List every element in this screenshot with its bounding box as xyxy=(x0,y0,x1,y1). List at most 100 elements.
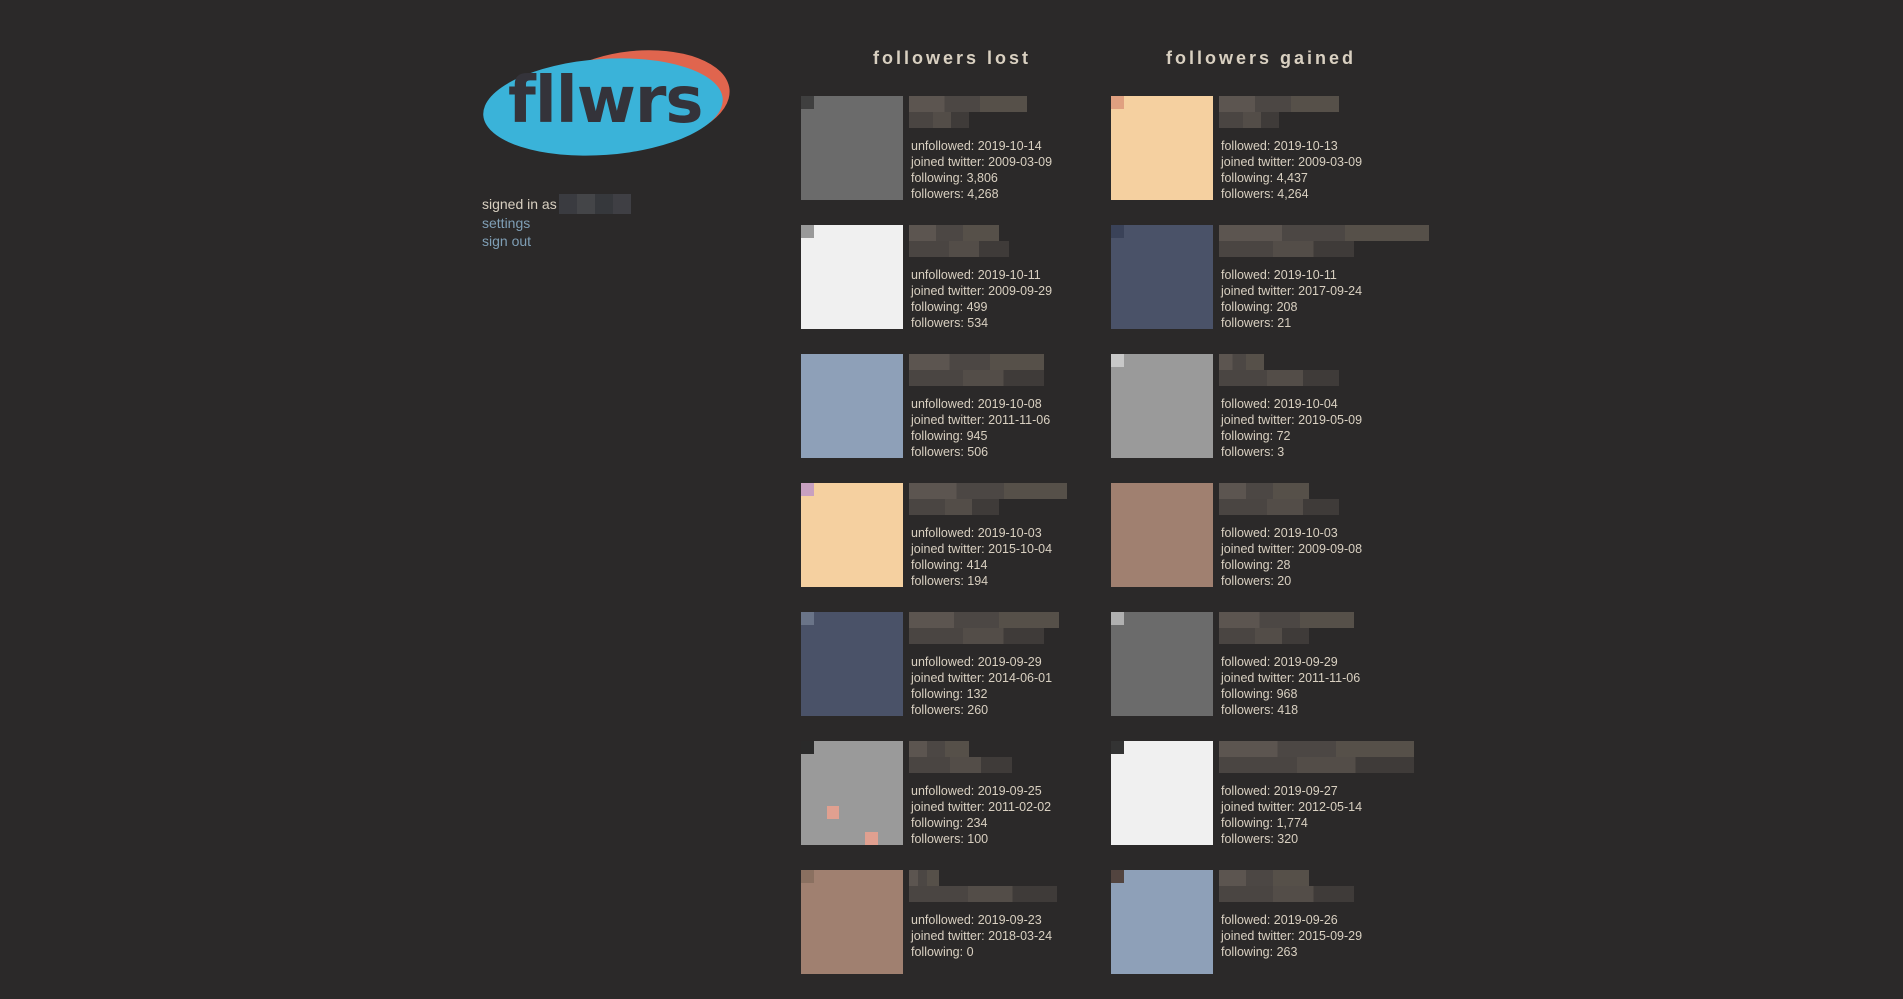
joined-twitter: joined twitter: 2012-05-14 xyxy=(1221,800,1363,814)
gained-entry: followed: 2019-09-26 joined twitter: 201… xyxy=(1111,870,1441,999)
followed-date: followed: 2019-10-04 xyxy=(1221,397,1338,411)
account-panel: signed in as settings sign out xyxy=(482,194,742,250)
avatar[interactable] xyxy=(1111,96,1213,200)
avatar[interactable] xyxy=(801,741,903,845)
redacted-name[interactable] xyxy=(909,225,1009,259)
redacted-name[interactable] xyxy=(1219,96,1339,130)
following-count: following: 263 xyxy=(1221,945,1298,959)
avatar[interactable] xyxy=(801,870,903,974)
redacted-name[interactable] xyxy=(1219,870,1354,904)
joined-twitter: joined twitter: 2011-11-06 xyxy=(911,413,1051,427)
unfollowed-date: unfollowed: 2019-10-03 xyxy=(911,526,1042,540)
lost-entry: unfollowed: 2019-09-25 joined twitter: 2… xyxy=(801,741,1131,870)
lost-entry: unfollowed: 2019-09-23 joined twitter: 2… xyxy=(801,870,1131,999)
following-count: following: 208 xyxy=(1221,300,1298,314)
lost-entry: unfollowed: 2019-10-11 joined twitter: 2… xyxy=(801,225,1131,354)
entry-info: followed: 2019-09-27 joined twitter: 201… xyxy=(1221,783,1362,847)
joined-twitter: joined twitter: 2014-06-01 xyxy=(911,671,1053,685)
avatar[interactable] xyxy=(801,483,903,587)
followers-count: followers: 320 xyxy=(1221,832,1299,846)
redacted-name[interactable] xyxy=(1219,354,1339,388)
avatar[interactable] xyxy=(1111,741,1213,845)
redacted-name[interactable] xyxy=(909,483,1067,517)
followers-count: followers: 506 xyxy=(911,445,989,459)
redacted-name[interactable] xyxy=(1219,483,1339,517)
followed-date: followed: 2019-09-26 xyxy=(1221,913,1338,927)
joined-twitter: joined twitter: 2009-09-08 xyxy=(1221,542,1363,556)
avatar[interactable] xyxy=(1111,612,1213,716)
following-count: following: 1,774 xyxy=(1221,816,1308,830)
joined-twitter: joined twitter: 2017-09-24 xyxy=(1221,284,1363,298)
lost-entry: unfollowed: 2019-10-03 joined twitter: 2… xyxy=(801,483,1131,612)
gained-entry: followed: 2019-10-13 joined twitter: 200… xyxy=(1111,96,1441,225)
followed-date: followed: 2019-09-27 xyxy=(1221,784,1338,798)
settings-link[interactable]: settings xyxy=(482,214,742,232)
avatar[interactable] xyxy=(801,354,903,458)
unfollowed-date: unfollowed: 2019-10-11 xyxy=(911,268,1041,282)
followers-count: followers: 4,268 xyxy=(911,187,999,201)
lost-entry: unfollowed: 2019-09-29 joined twitter: 2… xyxy=(801,612,1131,741)
avatar[interactable] xyxy=(1111,870,1213,974)
avatar[interactable] xyxy=(801,96,903,200)
gained-entry: followed: 2019-10-11 joined twitter: 201… xyxy=(1111,225,1441,354)
followers-count: followers: 20 xyxy=(1221,574,1292,588)
redacted-name[interactable] xyxy=(909,741,1012,775)
following-count: following: 28 xyxy=(1221,558,1291,572)
gained-entry: followed: 2019-10-04 joined twitter: 201… xyxy=(1111,354,1441,483)
entry-info: unfollowed: 2019-10-11 joined twitter: 2… xyxy=(911,267,1052,331)
followers-count: followers: 260 xyxy=(911,703,989,717)
avatar[interactable] xyxy=(801,225,903,329)
following-count: following: 3,806 xyxy=(911,171,998,185)
avatar[interactable] xyxy=(1111,483,1213,587)
joined-twitter: joined twitter: 2011-11-06 xyxy=(1221,671,1361,685)
following-count: following: 72 xyxy=(1221,429,1291,443)
followers-count: followers: 534 xyxy=(911,316,989,330)
unfollowed-date: unfollowed: 2019-09-29 xyxy=(911,655,1042,669)
gained-entry: followed: 2019-09-29 joined twitter: 201… xyxy=(1111,612,1441,741)
joined-twitter: joined twitter: 2019-05-09 xyxy=(1221,413,1363,427)
followed-date: followed: 2019-10-13 xyxy=(1221,139,1338,153)
followers-count: followers: 4,264 xyxy=(1221,187,1309,201)
entry-info: followed: 2019-10-11 joined twitter: 201… xyxy=(1221,267,1362,331)
sign-out-link[interactable]: sign out xyxy=(482,232,742,250)
unfollowed-date: unfollowed: 2019-10-14 xyxy=(911,139,1042,153)
fllwrs-logo[interactable]: fllwrs xyxy=(479,41,735,164)
sidebar: fllwrs signed in as settings sign out xyxy=(479,41,742,250)
avatar[interactable] xyxy=(1111,354,1213,458)
followed-date: followed: 2019-10-03 xyxy=(1221,526,1338,540)
unfollowed-date: unfollowed: 2019-09-25 xyxy=(911,784,1042,798)
following-count: following: 499 xyxy=(911,300,988,314)
followers-count: followers: 21 xyxy=(1221,316,1292,330)
following-count: following: 4,437 xyxy=(1221,171,1308,185)
followed-date: followed: 2019-10-11 xyxy=(1221,268,1337,282)
joined-twitter: joined twitter: 2015-10-04 xyxy=(911,542,1053,556)
gained-entry: followed: 2019-09-27 joined twitter: 201… xyxy=(1111,741,1441,870)
redacted-name[interactable] xyxy=(909,612,1059,646)
signed-in-row: signed in as xyxy=(482,194,742,214)
logo-text: fllwrs xyxy=(508,64,703,138)
following-count: following: 0 xyxy=(911,945,974,959)
unfollowed-date: unfollowed: 2019-09-23 xyxy=(911,913,1042,927)
lost-entry: unfollowed: 2019-10-08 joined twitter: 2… xyxy=(801,354,1131,483)
avatar[interactable] xyxy=(801,612,903,716)
redacted-name[interactable] xyxy=(1219,612,1354,646)
following-count: following: 968 xyxy=(1221,687,1298,701)
entry-info: followed: 2019-10-03 joined twitter: 200… xyxy=(1221,525,1362,589)
entry-info: unfollowed: 2019-09-25 joined twitter: 2… xyxy=(911,783,1051,847)
lost-entry: unfollowed: 2019-10-14 joined twitter: 2… xyxy=(801,96,1131,225)
avatar[interactable] xyxy=(1111,225,1213,329)
followers-count: followers: 3 xyxy=(1221,445,1285,459)
followed-date: followed: 2019-09-29 xyxy=(1221,655,1338,669)
joined-twitter: joined twitter: 2011-02-02 xyxy=(911,800,1052,814)
following-count: following: 132 xyxy=(911,687,988,701)
redacted-name[interactable] xyxy=(909,354,1044,388)
redacted-name[interactable] xyxy=(1219,741,1414,775)
entry-info: followed: 2019-10-13 joined twitter: 200… xyxy=(1221,138,1362,202)
following-count: following: 414 xyxy=(911,558,988,572)
redacted-username xyxy=(558,194,631,214)
redacted-name[interactable] xyxy=(1219,225,1429,259)
redacted-name[interactable] xyxy=(909,870,1057,904)
followers-count: followers: 100 xyxy=(911,832,989,846)
redacted-name[interactable] xyxy=(909,96,1027,130)
joined-twitter: joined twitter: 2009-09-29 xyxy=(911,284,1053,298)
